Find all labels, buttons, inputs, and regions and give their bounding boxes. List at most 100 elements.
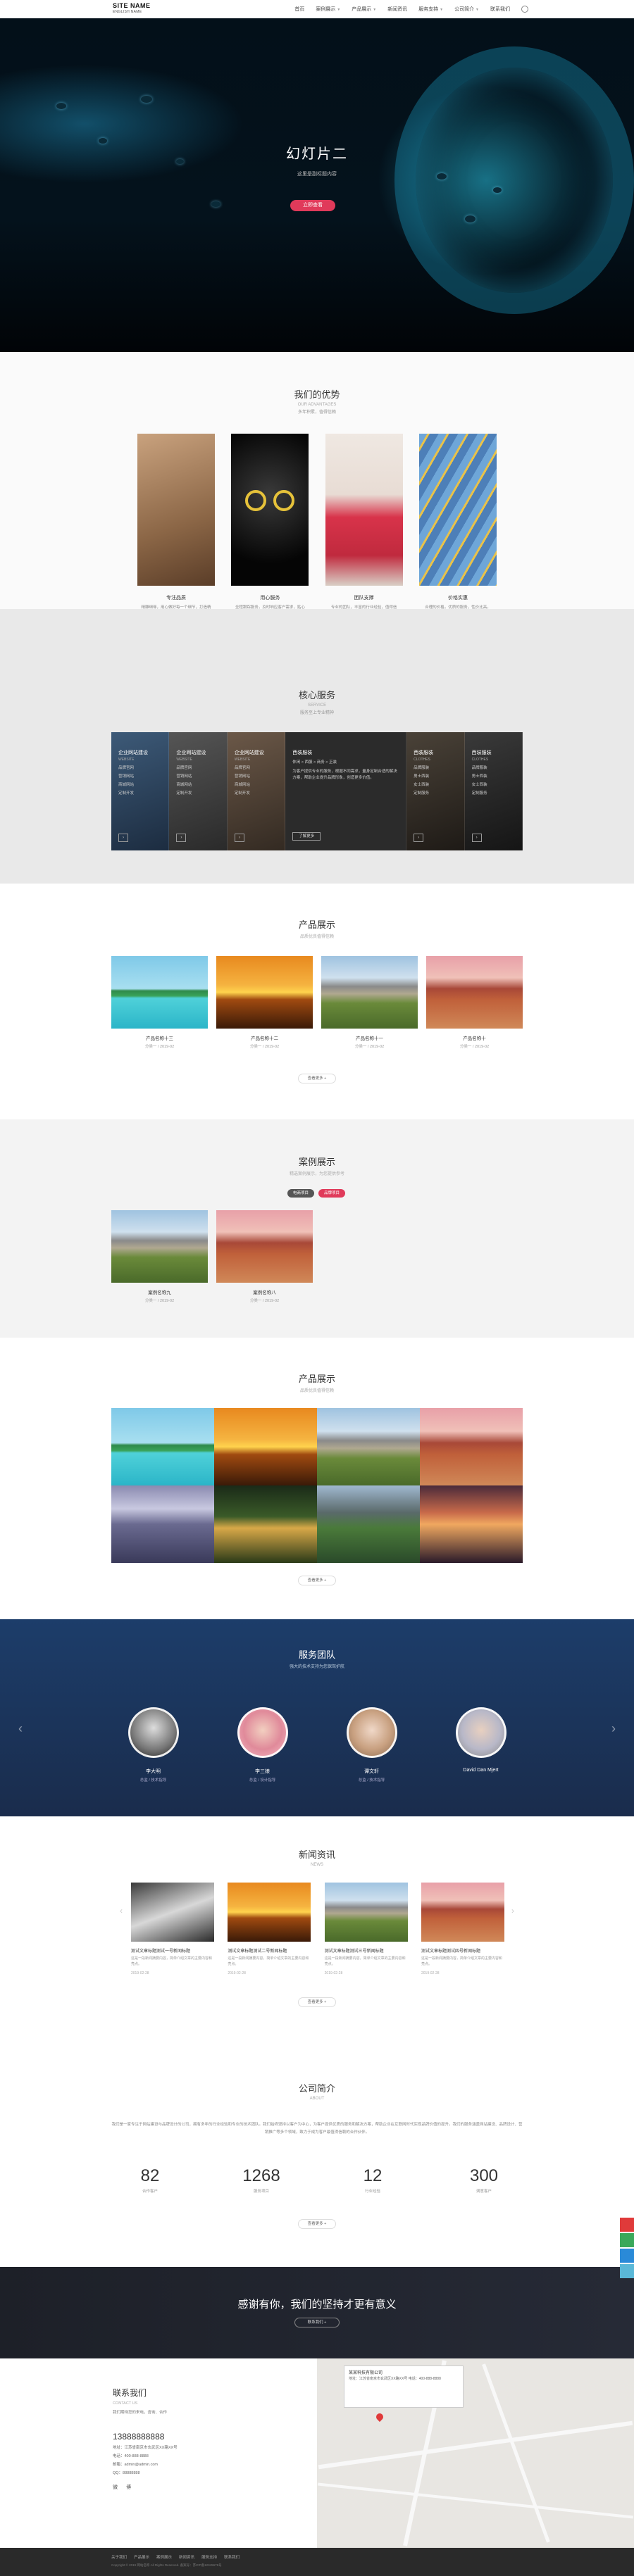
service-item[interactable]: 定制服务: [414, 790, 464, 796]
service-item[interactable]: 营销网站: [176, 773, 226, 779]
chevron-left-icon[interactable]: ‹: [120, 1906, 123, 1916]
hero-cta-button[interactable]: 立即查看: [290, 200, 335, 211]
nav-item-contact[interactable]: 联系我们: [490, 6, 510, 13]
gallery-image[interactable]: [420, 1485, 523, 1563]
view-more-button[interactable]: 查看更多 +: [298, 1576, 336, 1585]
service-item[interactable]: 商城网站: [176, 781, 226, 787]
chevron-left-icon[interactable]: ‹: [18, 1721, 23, 1736]
phone-icon[interactable]: [620, 2218, 634, 2232]
service-item[interactable]: 营销网站: [118, 773, 168, 779]
news-card[interactable]: 测试文章标题测试三号新闻标题 这是一段新闻摘要内容，简单介绍文章的主要内容和亮点…: [324, 1883, 408, 1975]
service-column[interactable]: 企业网站建设 WEBSITE 品牌官网 营销网站 商城网站 定制开发 ›: [169, 732, 228, 850]
gallery-image[interactable]: [214, 1408, 317, 1485]
service-item[interactable]: 定制开发: [176, 790, 226, 796]
gallery-image[interactable]: [111, 1408, 214, 1485]
learn-more-button[interactable]: 了解更多: [292, 832, 321, 841]
advantage-card[interactable]: 专注品质 精雕细琢，用心做好每一个细节，打造精品。: [137, 434, 215, 617]
news-title[interactable]: 测试文章标题测试四号新闻标题: [421, 1947, 504, 1954]
service-item[interactable]: 商城网站: [118, 781, 168, 787]
arrow-right-icon[interactable]: ›: [234, 834, 244, 842]
weibo-icon[interactable]: 博: [126, 2484, 131, 2491]
arrow-right-icon[interactable]: ›: [118, 834, 128, 842]
product-card[interactable]: 产品名称十三 分类一 / 2019-02: [111, 956, 208, 1049]
chevron-right-icon[interactable]: ›: [511, 1906, 514, 1916]
service-item[interactable]: 男士西装: [472, 773, 522, 779]
team-member[interactable]: 李大明 总监 / 技术指导: [118, 1707, 189, 1783]
team-member[interactable]: 李三娘 总监 / 设计指导: [228, 1707, 298, 1783]
nav-item-home[interactable]: 首页: [294, 6, 304, 13]
footer-link[interactable]: 关于我们: [111, 2554, 127, 2560]
chevron-right-icon[interactable]: ›: [611, 1721, 616, 1736]
service-item[interactable]: 男士西装: [414, 773, 464, 779]
news-title[interactable]: 测试文章标题测试三号新闻标题: [325, 1947, 408, 1954]
tab-ecommerce[interactable]: 电商项目: [287, 1189, 315, 1198]
news-title[interactable]: 测试文章标题测试一号新闻标题: [131, 1947, 214, 1954]
nav-item-about[interactable]: 公司简介 ▼: [454, 6, 479, 13]
service-item[interactable]: 定制开发: [118, 790, 168, 796]
team-member[interactable]: 谭文轩 总监 / 技术指导: [337, 1707, 407, 1783]
gallery-image[interactable]: [317, 1485, 420, 1563]
footer-link[interactable]: 产品展示: [134, 2554, 149, 2560]
service-item[interactable]: 定制服务: [472, 790, 522, 796]
advantage-card[interactable]: 价格实惠 合理的价格，优质的服务，性价比高。: [418, 434, 497, 617]
news-card[interactable]: 测试文章标题测试二号新闻标题 这是一段新闻摘要内容，简单介绍文章的主要内容和亮点…: [228, 1883, 311, 1975]
nav-item-label: 公司简介: [454, 7, 475, 12]
service-column-active[interactable]: 西装服装 休闲 > 西服 > 商务 > 正装 为客户提供专业的服务，根据不同需求…: [285, 732, 407, 850]
service-item[interactable]: 女士西装: [414, 781, 464, 787]
case-card[interactable]: 案例名称八 分类一 / 2019-02: [216, 1210, 313, 1303]
nav-item-support[interactable]: 服务支持 ▼: [418, 6, 443, 13]
service-item[interactable]: 品牌官网: [176, 765, 226, 770]
back-to-top-icon[interactable]: [620, 2264, 634, 2278]
product-card[interactable]: 产品名称十 分类一 / 2019-02: [426, 956, 523, 1049]
service-item[interactable]: 商城网站: [235, 781, 285, 787]
arrow-right-icon[interactable]: ›: [414, 834, 424, 842]
gallery-image[interactable]: [420, 1408, 523, 1485]
advantage-card[interactable]: 用心服务 全程跟踪服务，及时响应客户需求，贴心周到。: [231, 434, 309, 617]
gallery-image[interactable]: [214, 1485, 317, 1563]
news-card[interactable]: 测试文章标题测试一号新闻标题 这是一段新闻摘要内容，简单介绍文章的主要内容和亮点…: [131, 1883, 214, 1975]
contact-phone[interactable]: 13888888888: [113, 2432, 178, 2442]
map-pin-icon[interactable]: [374, 2411, 385, 2423]
service-item[interactable]: 品牌官网: [235, 765, 285, 770]
view-more-button[interactable]: 查看更多 +: [298, 2219, 336, 2229]
tab-brand[interactable]: 品牌项目: [318, 1189, 346, 1198]
service-column[interactable]: 西装服装 CLOTHES 品牌服装 男士西装 女士西装 定制服务 ›: [406, 732, 465, 850]
nav-item-news[interactable]: 新闻资讯: [387, 6, 407, 13]
arrow-right-icon[interactable]: ›: [176, 834, 187, 842]
contact-email[interactable]: 邮箱：admin@admin.com: [113, 2461, 178, 2467]
footer-link[interactable]: 服务支持: [201, 2554, 217, 2560]
service-item[interactable]: 品牌官网: [118, 765, 168, 770]
gallery-image[interactable]: [317, 1408, 420, 1485]
view-more-button[interactable]: 查看更多 +: [298, 1074, 336, 1083]
footer-link[interactable]: 联系我们: [224, 2554, 240, 2560]
service-column[interactable]: 企业网站建设 WEBSITE 品牌官网 营销网站 商城网站 定制开发 ›: [227, 732, 286, 850]
wechat-icon[interactable]: 微: [113, 2484, 118, 2491]
service-item[interactable]: 定制开发: [235, 790, 285, 796]
service-item[interactable]: 品牌服装: [472, 765, 522, 770]
service-item[interactable]: 营销网站: [235, 773, 285, 779]
advantage-card[interactable]: 团队支撑 专业的团队，丰富的行业经验，值得信赖。: [325, 434, 403, 617]
case-card[interactable]: 案例名称九 分类一 / 2019-02: [111, 1210, 208, 1303]
location-map[interactable]: 某某科技有限公司 地址：江苏省南京市玄武区XX路XX号 电话：400-888-8…: [317, 2358, 634, 2548]
footer-link[interactable]: 案例展示: [156, 2554, 172, 2560]
search-icon[interactable]: [521, 6, 528, 13]
gallery-image[interactable]: [111, 1485, 214, 1563]
team-member[interactable]: David Dan Mjert: [446, 1707, 516, 1783]
service-column[interactable]: 西装服装 CLOTHES 品牌服装 男士西装 女士西装 定制服务 ›: [464, 732, 523, 850]
contact-us-button[interactable]: 联系我们 +: [294, 2318, 340, 2327]
site-logo[interactable]: SITE NAME ENGLISH NAME: [113, 2, 173, 16]
news-card[interactable]: 测试文章标题测试四号新闻标题 这是一段新闻摘要内容，简单介绍文章的主要内容和亮点…: [421, 1883, 504, 1975]
service-item[interactable]: 女士西装: [472, 781, 522, 787]
footer-link[interactable]: 新闻资讯: [179, 2554, 194, 2560]
service-column[interactable]: 企业网站建设 WEBSITE 品牌官网 营销网站 商城网站 定制开发 ›: [111, 732, 170, 850]
view-more-button[interactable]: 查看更多 +: [298, 1997, 336, 2007]
qq-icon[interactable]: [620, 2249, 634, 2263]
service-item[interactable]: 品牌服装: [414, 765, 464, 770]
arrow-right-icon[interactable]: ›: [471, 834, 482, 842]
product-card[interactable]: 产品名称十一 分类一 / 2019-02: [321, 956, 418, 1049]
product-card[interactable]: 产品名称十二 分类一 / 2019-02: [216, 956, 313, 1049]
nav-item-cases[interactable]: 案例展示 ▼: [316, 6, 340, 13]
news-title[interactable]: 测试文章标题测试二号新闻标题: [228, 1947, 311, 1954]
nav-item-products[interactable]: 产品展示 ▼: [352, 6, 376, 13]
wechat-icon[interactable]: [620, 2233, 634, 2247]
